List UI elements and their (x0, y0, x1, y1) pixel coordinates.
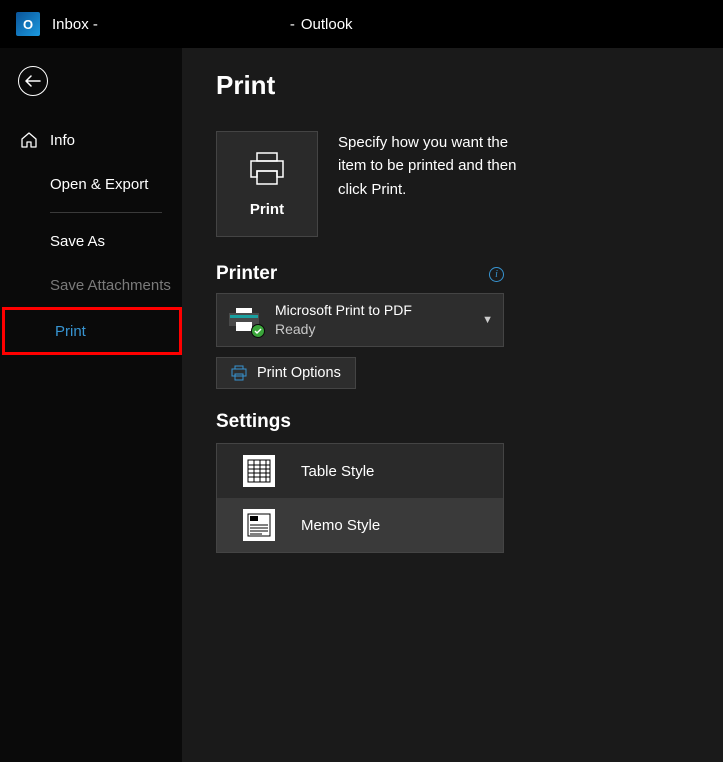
sidebar-item-label: Open & Export (50, 176, 148, 193)
arrow-left-icon (25, 75, 41, 87)
title-appname: Outlook (301, 16, 353, 33)
window-title: Inbox - - Outlook (52, 15, 353, 33)
printer-heading: Printer (216, 263, 277, 285)
info-icon[interactable]: i (489, 267, 504, 282)
title-dash: - (290, 16, 295, 33)
title-prefix: Inbox - (52, 16, 98, 33)
print-style-list: Table Style Memo Style (216, 443, 504, 553)
back-button[interactable] (18, 66, 48, 96)
sidebar-divider (50, 212, 162, 213)
title-redacted (104, 15, 284, 33)
printer-dropdown[interactable]: Microsoft Print to PDF Ready ▼ (216, 293, 504, 347)
sidebar-item-label: Print (55, 323, 86, 340)
sidebar-item-label: Info (50, 132, 75, 149)
printer-status: Ready (275, 320, 412, 339)
settings-heading: Settings (216, 411, 723, 433)
home-icon (20, 131, 38, 149)
style-item-memo[interactable]: Memo Style (217, 498, 503, 552)
print-button[interactable]: Print (216, 131, 318, 237)
sidebar-item-open-export[interactable]: Open & Export (0, 162, 182, 206)
style-item-label: Table Style (301, 463, 374, 480)
table-style-icon (243, 455, 275, 487)
printer-icon (247, 151, 287, 187)
outlook-app-icon: O (16, 12, 40, 36)
sidebar-item-label: Save Attachments (50, 277, 171, 294)
page-title: Print (216, 70, 723, 101)
style-item-table[interactable]: Table Style (217, 444, 503, 498)
style-item-label: Memo Style (301, 517, 380, 534)
content-pane: Print Print Specify how you want the ite… (182, 48, 723, 762)
memo-style-icon (243, 509, 275, 541)
sidebar-item-save-as[interactable]: Save As (0, 219, 182, 263)
print-options-button[interactable]: Print Options (216, 357, 356, 389)
sidebar-item-label: Save As (50, 233, 105, 250)
print-button-label: Print (250, 201, 284, 218)
backstage-sidebar: Info Open & Export Save As Save Attachme… (0, 48, 182, 762)
printer-name: Microsoft Print to PDF (275, 301, 412, 320)
sidebar-item-save-attachments: Save Attachments (0, 263, 182, 307)
print-options-icon (231, 365, 247, 381)
chevron-down-icon: ▼ (482, 314, 493, 326)
print-options-label: Print Options (257, 365, 341, 381)
check-icon (251, 324, 265, 338)
title-bar: O Inbox - - Outlook (0, 0, 723, 48)
print-description: Specify how you want the item to be prin… (338, 131, 518, 237)
printer-device-icon (227, 306, 261, 334)
sidebar-item-info[interactable]: Info (0, 118, 182, 162)
sidebar-item-print[interactable]: Print (2, 307, 182, 355)
